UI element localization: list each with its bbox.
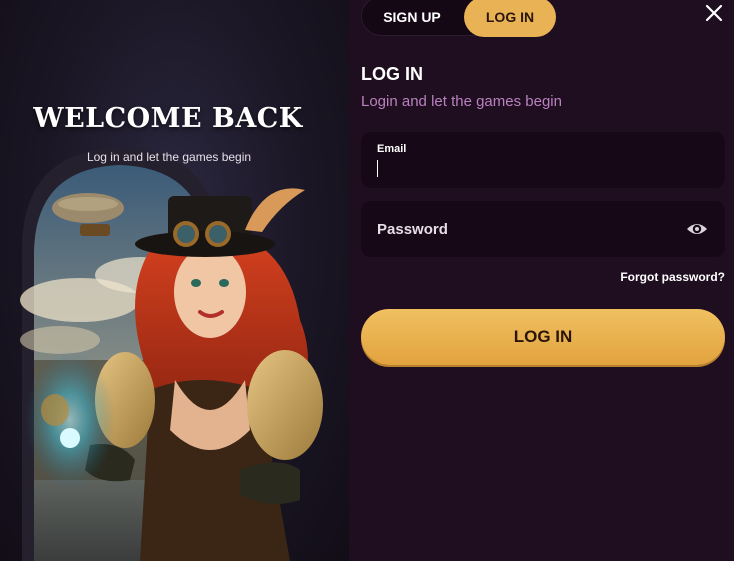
auth-tabs: SIGN UP LOG IN: [361, 0, 556, 37]
login-button[interactable]: LOG IN: [361, 309, 725, 365]
eye-icon: [687, 224, 707, 234]
text-caret: [377, 160, 378, 177]
password-field[interactable]: [361, 201, 725, 257]
hero-panel: WELCOME BACK Log in and let the games be…: [0, 0, 349, 561]
show-password-button[interactable]: [685, 218, 709, 240]
email-field[interactable]: Email: [361, 132, 725, 188]
login-form-panel: SIGN UP LOG IN LOG IN Login and let the …: [349, 0, 734, 561]
welcome-title: WELCOME BACK: [33, 103, 303, 134]
hero-illustration: [20, 148, 323, 561]
form-subtitle: Login and let the games begin: [361, 93, 562, 110]
tab-signup[interactable]: SIGN UP: [362, 0, 462, 37]
form-title: LOG IN: [361, 64, 423, 84]
password-input[interactable]: [377, 218, 677, 240]
close-button[interactable]: [703, 2, 725, 24]
welcome-subtitle: Log in and let the games begin: [86, 150, 252, 164]
close-icon: [705, 4, 723, 22]
email-input[interactable]: [377, 158, 707, 178]
email-label: Email: [377, 143, 407, 155]
forgot-password-link[interactable]: Forgot password?: [620, 270, 725, 284]
tab-login[interactable]: LOG IN: [464, 0, 556, 37]
